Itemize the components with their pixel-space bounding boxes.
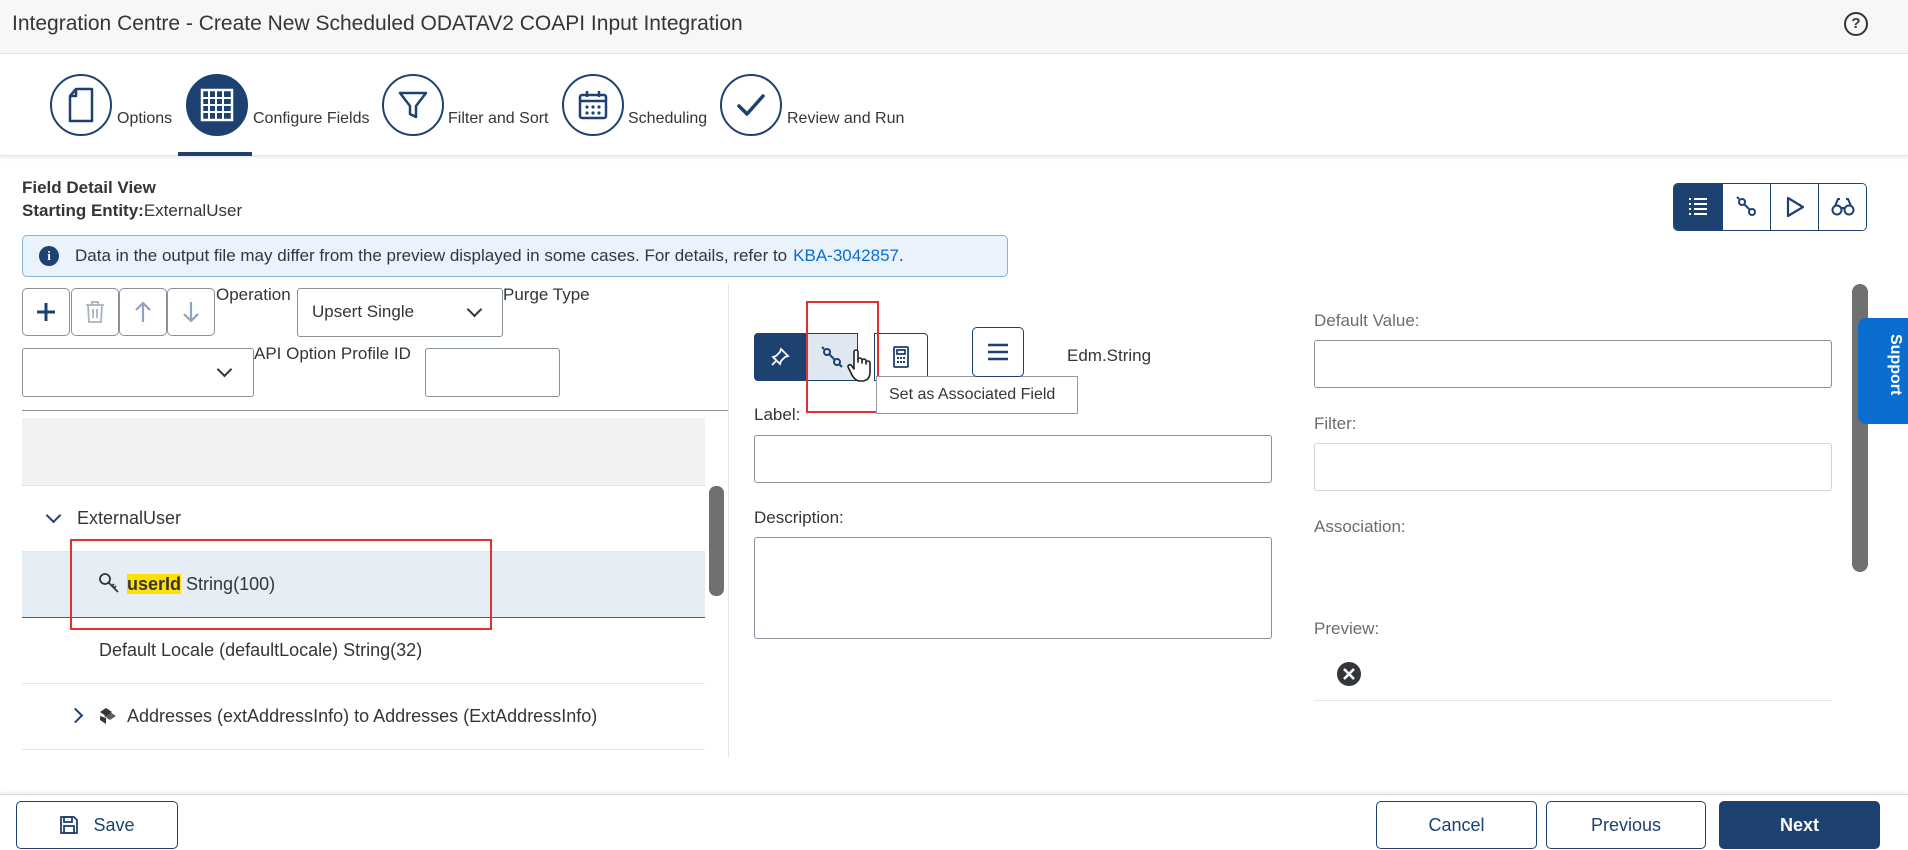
arrow-up-icon	[135, 301, 151, 322]
label-input[interactable]	[754, 435, 1272, 483]
wizard-steps: Options Configure Fields Filter and Sort…	[0, 54, 1908, 156]
move-up-button[interactable]	[119, 288, 167, 336]
step-label-scheduling[interactable]: Scheduling	[628, 110, 707, 128]
description-field-label: Description:	[754, 508, 844, 527]
grid-icon	[200, 88, 234, 122]
operation-label: Operation	[216, 285, 291, 304]
pin-button[interactable]	[754, 333, 806, 381]
document-icon	[68, 87, 94, 123]
annotation-highlight-userid	[70, 539, 492, 630]
view-toggle	[1673, 183, 1867, 231]
pane-splitter[interactable]	[728, 284, 729, 758]
description-textarea[interactable]	[754, 537, 1272, 639]
association-label: Association:	[1314, 517, 1406, 536]
connection-icon	[1735, 196, 1756, 216]
tree-row-addresses[interactable]: Addresses (extAddressInfo) to Addresses …	[22, 684, 705, 750]
add-button[interactable]	[22, 288, 70, 336]
support-label: Support	[1887, 334, 1904, 396]
list-icon	[1689, 198, 1707, 215]
info-suffix: .	[899, 246, 904, 265]
help-icon[interactable]: ?	[1844, 12, 1868, 36]
window-title: Integration Centre - Create New Schedule…	[12, 12, 743, 35]
step-filter-and-sort[interactable]	[382, 74, 444, 136]
default-locale-label: Default Locale (defaultLocale) String(32…	[99, 640, 423, 660]
default-value-input[interactable]	[1314, 340, 1832, 388]
save-button[interactable]: Save	[16, 801, 178, 849]
preview-data-button[interactable]	[1818, 184, 1866, 230]
binoculars-icon	[1831, 198, 1854, 216]
pin-icon	[771, 347, 790, 366]
info-text: Data in the output file may differ from …	[75, 246, 788, 265]
field-type: Edm.String	[1067, 346, 1152, 365]
calculator-icon	[893, 346, 909, 368]
preview-label: Preview:	[1314, 619, 1380, 638]
addresses-label: Addresses (extAddressInfo) to Addresses …	[127, 706, 598, 726]
info-message: i Data in the output file may differ fro…	[22, 235, 1008, 277]
starting-entity-label: Starting Entity:	[22, 201, 144, 220]
run-preview-button[interactable]	[1770, 184, 1818, 230]
default-value-label: Default Value:	[1314, 311, 1420, 330]
operation-value: Upsert Single	[312, 302, 415, 321]
clear-icon	[1337, 662, 1361, 686]
calendar-icon	[578, 91, 608, 120]
trash-icon	[86, 301, 104, 323]
step-options[interactable]	[50, 74, 112, 136]
list-view-button[interactable]	[1674, 184, 1722, 230]
step-review-and-run[interactable]	[720, 74, 782, 136]
step-label-options[interactable]: Options	[117, 110, 172, 128]
tree-separator	[22, 410, 728, 411]
chevron-down-icon	[466, 301, 483, 318]
chevron-right-icon[interactable]	[67, 707, 84, 724]
active-step-indicator	[178, 152, 252, 156]
tree-scrollbar-thumb[interactable]	[709, 486, 724, 596]
tree-root-label: ExternalUser	[77, 508, 182, 528]
filter-label: Filter:	[1314, 414, 1357, 433]
filter-icon	[398, 91, 428, 119]
calculated-field-button[interactable]	[874, 333, 928, 381]
starting-entity-value: ExternalUser	[143, 201, 243, 220]
move-down-button[interactable]	[167, 288, 215, 336]
previous-button[interactable]: Previous	[1546, 801, 1706, 849]
field-menu-button[interactable]	[972, 327, 1024, 377]
step-label-review-and-run[interactable]: Review and Run	[787, 110, 904, 128]
play-icon	[1786, 196, 1804, 218]
delete-button[interactable]	[71, 288, 119, 336]
plus-icon	[37, 303, 55, 321]
step-label-configure-fields[interactable]: Configure Fields	[253, 110, 370, 128]
chevron-down-icon	[216, 361, 233, 378]
next-button[interactable]: Next	[1719, 801, 1880, 849]
support-tab[interactable]: Support	[1858, 318, 1908, 424]
field-detail-title: Field Detail View	[22, 178, 156, 197]
label-field-label: Label:	[754, 405, 801, 424]
filter-input[interactable]	[1314, 443, 1832, 491]
step-label-filter-and-sort[interactable]: Filter and Sort	[448, 110, 548, 128]
step-scheduling[interactable]	[562, 74, 624, 136]
menu-icon	[988, 343, 1008, 361]
preview-divider	[1314, 700, 1832, 701]
annotation-highlight-associate	[806, 301, 879, 413]
starting-entity: Starting Entity:ExternalUser	[22, 201, 242, 221]
save-label: Save	[93, 814, 135, 835]
operation-select[interactable]: Upsert Single	[297, 288, 503, 337]
purge-type-select[interactable]	[22, 348, 254, 397]
kba-link[interactable]: KBA-3042857	[793, 246, 899, 266]
tree-header	[22, 418, 705, 486]
info-icon: i	[39, 246, 59, 266]
api-option-profile-label: API Option Profile ID	[254, 344, 411, 363]
arrow-down-icon	[183, 302, 199, 323]
checkmark-icon	[737, 94, 765, 116]
association-icon	[100, 708, 116, 724]
tooltip-set-associated-field: Set as Associated Field	[876, 376, 1078, 414]
chevron-down-icon[interactable]	[45, 507, 62, 524]
purge-type-label: Purge Type	[503, 285, 590, 304]
step-configure-fields[interactable]	[186, 74, 248, 136]
mapping-view-button[interactable]	[1722, 184, 1770, 230]
api-option-profile-input[interactable]	[425, 348, 560, 397]
save-icon	[60, 816, 79, 834]
cancel-button[interactable]: Cancel	[1376, 801, 1537, 849]
title-bar: Integration Centre - Create New Schedule…	[0, 0, 1908, 54]
